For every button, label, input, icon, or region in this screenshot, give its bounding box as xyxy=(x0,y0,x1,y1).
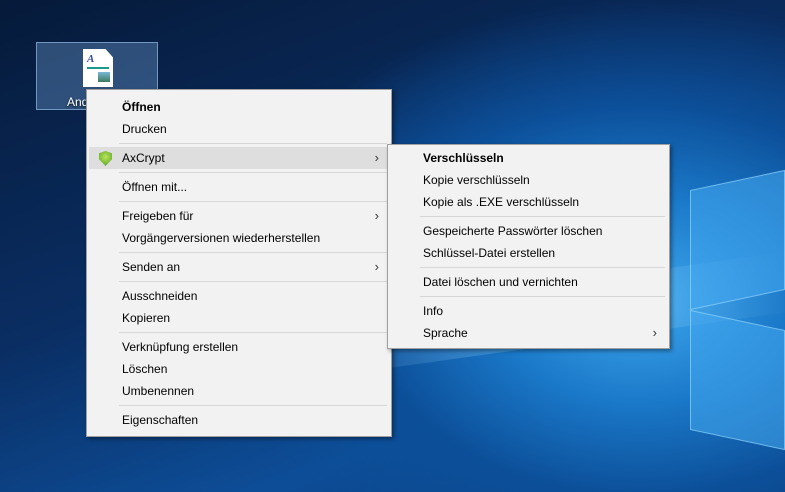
menu-item-öffnen[interactable]: Öffnen xyxy=(89,96,389,118)
menu-separator xyxy=(89,402,389,409)
menu-item-umbenennen[interactable]: Umbenennen xyxy=(89,380,389,402)
menu-item-eigenschaften[interactable]: Eigenschaften xyxy=(89,409,389,431)
menu-item-label: Öffnen mit... xyxy=(122,180,188,194)
menu-item-drucken[interactable]: Drucken xyxy=(89,118,389,140)
menu-item-öffnen-mit[interactable]: Öffnen mit... xyxy=(89,176,389,198)
menu-item-label: Datei löschen und vernichten xyxy=(423,275,578,289)
menu-separator xyxy=(89,169,389,176)
menu-item-gespeicherte-passwörter-löschen[interactable]: Gespeicherte Passwörter löschen xyxy=(390,220,667,242)
chevron-right-icon: › xyxy=(374,150,379,165)
chevron-right-icon: › xyxy=(374,259,379,274)
menu-item-label: Ausschneiden xyxy=(122,289,198,303)
windows-logo-pane xyxy=(690,169,785,311)
axcrypt-submenu: Verschlüsseln Kopie verschlüsseln Kopie al… xyxy=(387,144,670,349)
menu-item-label: Eigenschaften xyxy=(122,413,199,427)
menu-item-verknüpfung-erstellen[interactable]: Verknüpfung erstellen xyxy=(89,336,389,358)
menu-item-label: Info xyxy=(423,304,444,318)
menu-item-kopie-verschlüsseln[interactable]: Kopie verschlüsseln xyxy=(390,169,667,191)
chevron-right-icon: › xyxy=(374,208,379,223)
menu-separator xyxy=(89,329,389,336)
menu-item-datei-löschen-und-vernichten[interactable]: Datei löschen und vernichten xyxy=(390,271,667,293)
menu-item-label: Senden an xyxy=(122,260,181,274)
menu-item-label: Sprache xyxy=(423,326,468,340)
menu-item-label: Gespeicherte Passwörter löschen xyxy=(423,224,603,238)
context-menu: Öffnen Drucken AxCrypt › Öffnen mit... Freige… xyxy=(86,89,392,437)
windows-logo-pane xyxy=(690,309,785,451)
menu-item-vorgängerversionen-wiederherstellen[interactable]: Vorgängerversionen wiederherstellen xyxy=(89,227,389,249)
menu-item-label: Verschlüsseln xyxy=(423,151,504,165)
menu-item-kopieren[interactable]: Kopieren xyxy=(89,307,389,329)
menu-item-label: Freigeben für xyxy=(122,209,194,223)
menu-item-label: Kopieren xyxy=(122,311,171,325)
menu-item-label: AxCrypt xyxy=(122,151,165,165)
menu-item-löschen[interactable]: Löschen xyxy=(89,358,389,380)
menu-item-freigeben-für[interactable]: Freigeben für › xyxy=(89,205,389,227)
menu-item-ausschneiden[interactable]: Ausschneiden xyxy=(89,285,389,307)
menu-item-label: Schlüssel-Datei erstellen xyxy=(423,246,556,260)
menu-item-label: Drucken xyxy=(122,122,167,136)
menu-item-info[interactable]: Info xyxy=(390,300,667,322)
menu-item-kopie-als-exe-verschlüsseln[interactable]: Kopie als .EXE verschlüsseln xyxy=(390,191,667,213)
menu-item-senden-an[interactable]: Senden an › xyxy=(89,256,389,278)
menu-separator xyxy=(89,249,389,256)
menu-separator xyxy=(89,278,389,285)
menu-item-label: Verknüpfung erstellen xyxy=(122,340,239,354)
menu-item-label: Umbenennen xyxy=(122,384,195,398)
menu-separator xyxy=(390,213,667,220)
menu-item-schlüssel-datei-erstellen[interactable]: Schlüssel-Datei erstellen xyxy=(390,242,667,264)
chevron-right-icon: › xyxy=(652,325,657,340)
menu-item-sprache[interactable]: Sprache › xyxy=(390,322,667,344)
menu-item-label: Löschen xyxy=(122,362,168,376)
menu-item-label: Vorgängerversionen wiederherstellen xyxy=(122,231,321,245)
document-icon: A xyxy=(83,49,113,87)
axcrypt-shield-icon xyxy=(99,151,112,166)
menu-item-verschlüsseln[interactable]: Verschlüsseln xyxy=(390,147,667,169)
menu-item-label: Kopie verschlüsseln xyxy=(423,173,530,187)
menu-separator xyxy=(390,293,667,300)
menu-item-axcrypt[interactable]: AxCrypt › xyxy=(89,147,389,169)
menu-item-label: Kopie als .EXE verschlüsseln xyxy=(423,195,580,209)
menu-separator xyxy=(390,264,667,271)
menu-item-label: Öffnen xyxy=(122,100,161,114)
menu-separator xyxy=(89,198,389,205)
menu-separator xyxy=(89,140,389,147)
